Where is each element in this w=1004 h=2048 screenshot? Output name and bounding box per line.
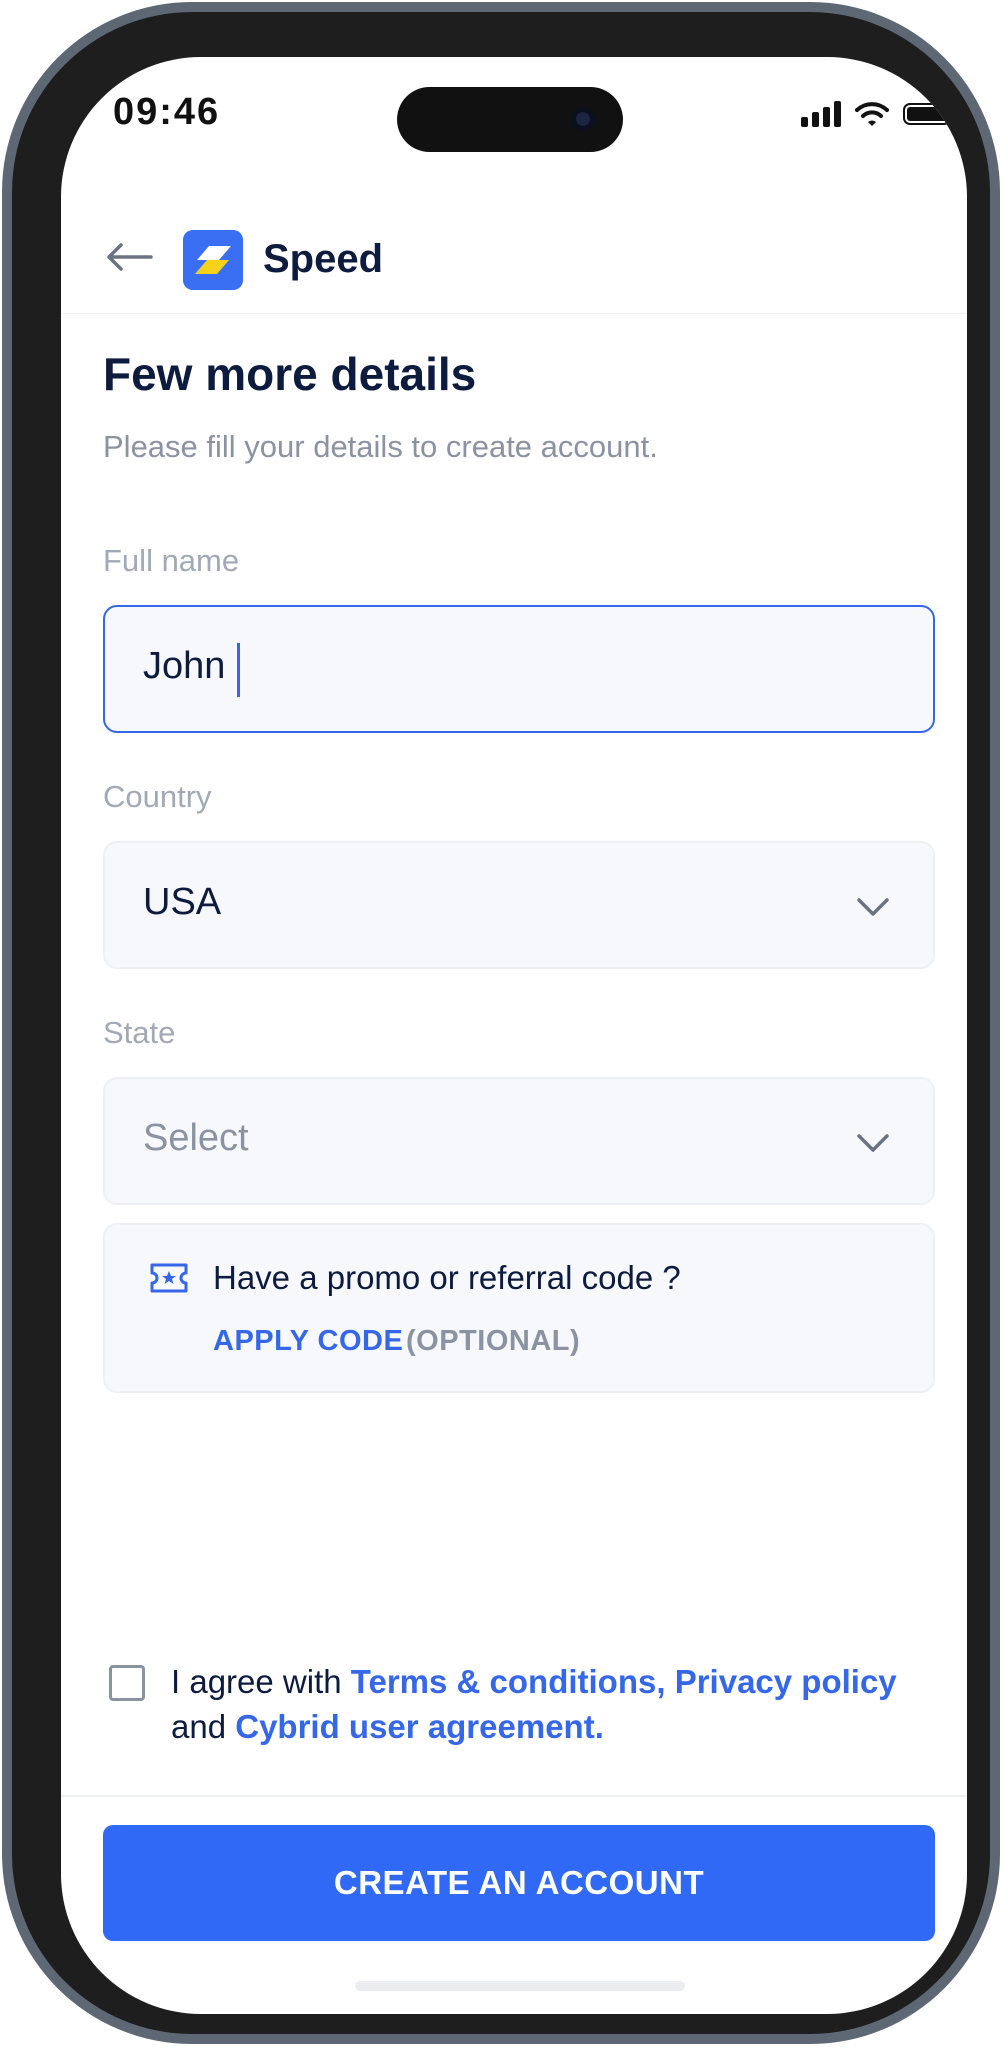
status-time: 09:46 — [113, 91, 221, 133]
state-placeholder: Select — [143, 1117, 249, 1159]
state-select[interactable]: Select — [103, 1077, 935, 1205]
footer-divider — [61, 1795, 967, 1797]
dynamic-island — [397, 87, 623, 152]
brand-name: Speed — [263, 237, 384, 281]
promo-card: Have a promo or referral code ? APPLY CO… — [103, 1223, 935, 1393]
speed-logo-icon — [183, 230, 243, 290]
apply-code-link[interactable]: APPLY CODE — [213, 1325, 403, 1358]
country-label: Country — [103, 779, 212, 814]
country-select[interactable]: USA — [103, 841, 935, 969]
home-indicator — [355, 1981, 685, 1991]
phone-frame: 09:46 Speed Few more details Please fill… — [2, 2, 1000, 2044]
phone-bezel: 09:46 Speed Few more details Please fill… — [12, 12, 990, 2034]
optional-label: (OPTIONAL) — [406, 1325, 581, 1357]
signal-icon — [801, 101, 841, 127]
text-caret — [237, 643, 240, 697]
arrow-left-icon — [107, 243, 153, 271]
terms-link[interactable]: Terms & conditions, — [351, 1663, 666, 1700]
cybrid-agreement-link[interactable]: Cybrid user agreement. — [235, 1708, 604, 1745]
chevron-down-icon — [857, 898, 889, 916]
ticket-icon — [150, 1263, 188, 1293]
status-icons — [801, 101, 956, 127]
agree-prefix: I agree with — [171, 1663, 351, 1700]
country-value: USA — [143, 881, 222, 923]
state-label: State — [103, 1015, 176, 1050]
page-subtitle: Please fill your details to create accou… — [103, 429, 658, 464]
battery-icon — [903, 103, 956, 125]
chevron-down-icon — [857, 1134, 889, 1152]
camera-icon — [571, 107, 595, 131]
create-account-button[interactable]: CREATE AN ACCOUNT — [103, 1825, 935, 1941]
back-button[interactable] — [105, 237, 153, 277]
page-title: Few more details — [103, 348, 477, 400]
agree-conjunction: and — [171, 1708, 236, 1745]
full-name-input[interactable]: John — [103, 605, 935, 733]
promo-question: Have a promo or referral code ? — [213, 1259, 681, 1296]
app-header: Speed — [61, 207, 967, 314]
agree-checkbox[interactable] — [109, 1665, 145, 1701]
privacy-link[interactable]: Privacy policy — [675, 1663, 897, 1700]
agreement-text: I agree with Terms & conditions, Privacy… — [171, 1659, 911, 1749]
full-name-label: Full name — [103, 543, 240, 578]
app-screen: 09:46 Speed Few more details Please fill… — [61, 57, 967, 2014]
full-name-value: John — [143, 645, 226, 687]
wifi-icon — [855, 102, 889, 126]
